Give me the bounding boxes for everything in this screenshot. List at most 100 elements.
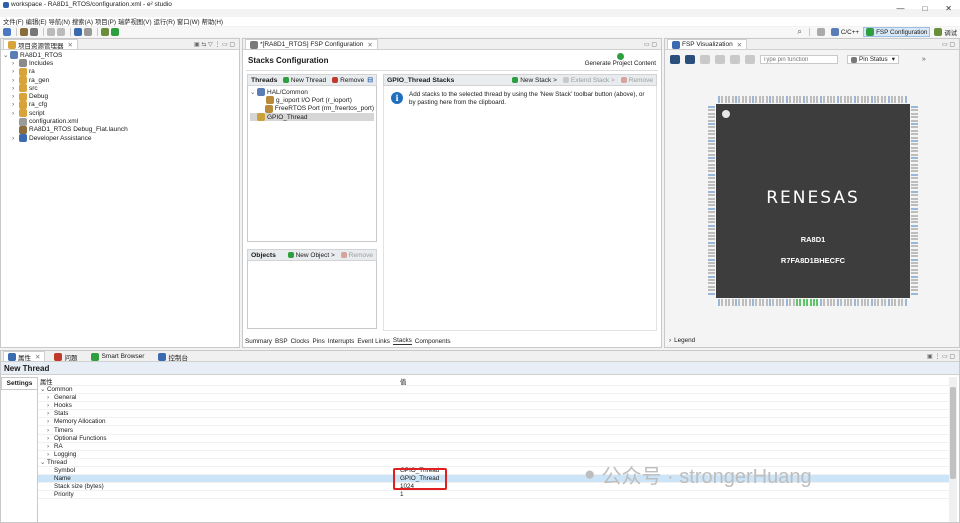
extend-stack-button[interactable]: Extend Stack > bbox=[562, 77, 615, 84]
chip-pin[interactable] bbox=[748, 299, 751, 306]
chip-pin[interactable] bbox=[708, 170, 715, 173]
zoom-fit-icon[interactable] bbox=[670, 55, 680, 64]
chip-pin[interactable] bbox=[708, 129, 715, 132]
chip-pin[interactable] bbox=[880, 299, 883, 306]
chip-pin[interactable] bbox=[911, 190, 918, 193]
chip-pin[interactable] bbox=[751, 96, 754, 103]
thread-tree-item[interactable]: ⌄ HAL/Common bbox=[250, 88, 374, 97]
chip-pin[interactable] bbox=[857, 299, 860, 306]
menu-search[interactable]: 搜索(A) bbox=[72, 17, 93, 26]
menu-project[interactable]: 项目(P) bbox=[95, 17, 116, 26]
tab-interrupts[interactable]: Interrupts bbox=[328, 338, 355, 345]
chip-pin[interactable] bbox=[819, 299, 822, 306]
chip-pin[interactable] bbox=[840, 96, 843, 103]
chip-pin[interactable] bbox=[708, 238, 715, 241]
chip-pin[interactable] bbox=[829, 96, 832, 103]
chip-pin[interactable] bbox=[911, 211, 918, 214]
chevron-right-icon[interactable]: › bbox=[12, 110, 19, 117]
chip-pin[interactable] bbox=[911, 207, 918, 210]
chip-pin[interactable] bbox=[792, 299, 795, 306]
chip-pin[interactable] bbox=[911, 221, 918, 224]
chip-pin[interactable] bbox=[826, 96, 829, 103]
explorer-item[interactable]: › ra_cfg bbox=[3, 100, 237, 109]
chip-pin[interactable] bbox=[762, 299, 765, 306]
chip-pin[interactable] bbox=[809, 299, 812, 306]
rotate-icon[interactable] bbox=[715, 55, 725, 64]
chip-pin[interactable] bbox=[850, 96, 853, 103]
close-button[interactable]: ✕ bbox=[945, 4, 952, 13]
tab-project-explorer[interactable]: 项目资源管理器 ✕ bbox=[3, 39, 78, 50]
chip-pin[interactable] bbox=[911, 265, 918, 268]
chip-pin[interactable] bbox=[884, 96, 887, 103]
chip-pin[interactable] bbox=[708, 221, 715, 224]
settings-side-tab[interactable]: Settings bbox=[1, 377, 37, 390]
chip-pin[interactable] bbox=[802, 96, 805, 103]
chip-pin[interactable] bbox=[911, 156, 918, 159]
property-row[interactable]: › Hooks bbox=[38, 402, 949, 411]
explorer-item[interactable]: › script bbox=[3, 109, 237, 118]
chip-pin[interactable] bbox=[867, 299, 870, 306]
chip-pin[interactable] bbox=[911, 262, 918, 265]
menu-edit[interactable]: 编辑(E) bbox=[26, 17, 47, 26]
chevron-right-icon[interactable]: › bbox=[47, 402, 54, 409]
chip-pin[interactable] bbox=[708, 251, 715, 254]
chip-pin[interactable] bbox=[765, 299, 768, 306]
chip-pin[interactable] bbox=[708, 136, 715, 139]
explorer-item[interactable]: › ra bbox=[3, 67, 237, 76]
chip-pin[interactable] bbox=[863, 96, 866, 103]
chevron-right-icon[interactable]: › bbox=[12, 68, 19, 75]
chip-pin[interactable] bbox=[836, 299, 839, 306]
chip-pin[interactable] bbox=[846, 96, 849, 103]
chip-pin[interactable] bbox=[708, 204, 715, 207]
tab-properties[interactable]: 属性 ✕ bbox=[3, 351, 46, 362]
chip-pin[interactable] bbox=[782, 299, 785, 306]
chip-pin[interactable] bbox=[708, 207, 715, 210]
chip-pin[interactable] bbox=[708, 234, 715, 237]
chip-pin[interactable] bbox=[911, 201, 918, 203]
chip-pin[interactable] bbox=[911, 150, 918, 153]
chip-pin[interactable] bbox=[775, 299, 778, 306]
property-row[interactable]: › Optional Functions bbox=[38, 435, 949, 443]
thread-tree-item[interactable]: FreeRTOS Port (rm_freertos_port) bbox=[250, 104, 374, 113]
chip-pin[interactable] bbox=[708, 153, 715, 156]
explorer-item[interactable]: › Debug bbox=[3, 92, 237, 101]
chip-pin[interactable] bbox=[708, 143, 715, 146]
chevron-right-icon[interactable]: › bbox=[47, 451, 54, 458]
chip-pin[interactable] bbox=[708, 160, 715, 163]
overflow-icon[interactable]: » bbox=[922, 56, 926, 63]
chip-pin[interactable] bbox=[894, 96, 897, 103]
property-row[interactable]: › Stats bbox=[38, 410, 949, 419]
chip-pin[interactable] bbox=[829, 299, 832, 306]
chip-pin[interactable] bbox=[772, 299, 775, 306]
chip-pin[interactable] bbox=[809, 96, 812, 103]
property-row[interactable]: ⌄ Common bbox=[38, 386, 949, 395]
pin-function-search[interactable] bbox=[760, 55, 838, 64]
hammer-icon[interactable] bbox=[30, 28, 38, 36]
chip-pin[interactable] bbox=[901, 96, 904, 103]
chip-pin[interactable] bbox=[708, 194, 715, 197]
chip-pin[interactable] bbox=[731, 299, 734, 306]
chevron-right-icon[interactable]: › bbox=[47, 394, 54, 401]
chip-pin[interactable] bbox=[772, 96, 775, 103]
chip-pin[interactable] bbox=[796, 96, 799, 103]
chip-pin[interactable] bbox=[708, 109, 715, 112]
chip-pin[interactable] bbox=[708, 262, 715, 265]
chip-pin[interactable] bbox=[721, 96, 724, 103]
chip-pin[interactable] bbox=[911, 139, 918, 142]
save-icon[interactable] bbox=[3, 28, 11, 36]
property-row[interactable]: Name GPIO_Thread bbox=[38, 475, 949, 484]
chip-pin[interactable] bbox=[806, 299, 809, 306]
chip-pin[interactable] bbox=[911, 177, 918, 180]
chip-pin[interactable] bbox=[779, 96, 782, 103]
thread-tree-item[interactable]: GPIO_Thread bbox=[250, 112, 374, 122]
chip-pin[interactable] bbox=[718, 96, 720, 103]
close-icon[interactable]: ✕ bbox=[68, 41, 73, 49]
chip-pin[interactable] bbox=[894, 299, 897, 306]
chevron-right-icon[interactable]: › bbox=[12, 77, 19, 84]
chip-pin[interactable] bbox=[708, 190, 715, 193]
explorer-item[interactable]: › Developer Assistance bbox=[3, 134, 237, 143]
chip-pin[interactable] bbox=[911, 180, 918, 183]
zoom-out-icon[interactable] bbox=[700, 55, 710, 64]
chip-pin[interactable] bbox=[708, 224, 715, 227]
property-value[interactable]: 1 bbox=[400, 491, 949, 498]
